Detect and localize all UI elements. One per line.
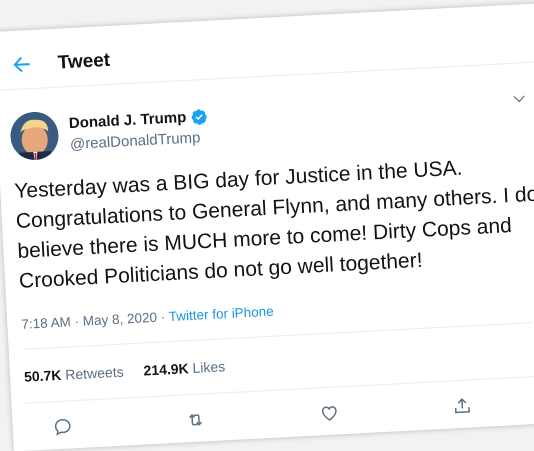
share-icon[interactable]: [452, 395, 473, 416]
tweet-card: Tweet Donald J. Trump @realDonaldTrump Y: [0, 0, 534, 451]
screenshot-scene: Tweet Donald J. Trump @realDonaldTrump Y: [0, 0, 534, 451]
author-name-text: Donald J. Trump: [68, 108, 187, 133]
tweet-time[interactable]: 7:18 AM: [21, 314, 71, 332]
likes-label: Likes: [192, 358, 226, 376]
author-name[interactable]: Donald J. Trump: [68, 108, 207, 132]
tweet-actions: [52, 395, 472, 437]
reply-icon[interactable]: [52, 416, 73, 437]
author-handle[interactable]: @realDonaldTrump: [70, 129, 201, 153]
tweet-stats: 50.7K Retweets 214.9K Likes: [24, 358, 226, 385]
tweet-header: Tweet: [0, 0, 534, 91]
meta-separator: ·: [74, 313, 80, 330]
retweets-label: Retweets: [64, 363, 124, 383]
retweets-stat[interactable]: 50.7K Retweets: [24, 364, 124, 385]
tweet-text: Yesterday was a BIG day for Justice in t…: [13, 156, 534, 293]
tweet-source[interactable]: Twitter for iPhone: [168, 304, 274, 324]
back-arrow-icon[interactable]: [9, 52, 34, 77]
retweet-icon[interactable]: [185, 409, 206, 430]
tweet-meta: 7:18 AM · May 8, 2020 · Twitter for iPho…: [21, 304, 274, 332]
likes-count: 214.9K: [143, 360, 190, 379]
meta-separator: ·: [160, 309, 166, 325]
chevron-down-icon[interactable]: [512, 91, 527, 106]
verified-badge-icon: [191, 109, 207, 125]
likes-stat[interactable]: 214.9K Likes: [143, 358, 225, 378]
avatar[interactable]: [9, 110, 60, 162]
heart-icon[interactable]: [319, 402, 340, 423]
tweet-date[interactable]: May 8, 2020: [82, 310, 157, 329]
header-title: Tweet: [57, 49, 111, 74]
retweets-count: 50.7K: [23, 366, 62, 385]
